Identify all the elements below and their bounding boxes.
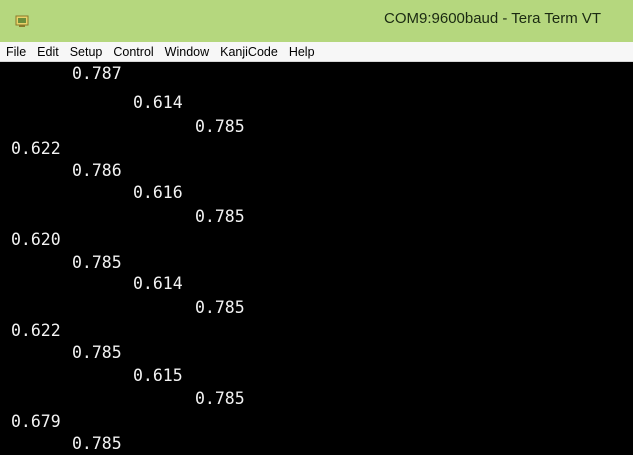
menu-file[interactable]: File [0,45,31,59]
terminal-line: 0.622 [11,139,61,158]
tera-term-icon[interactable] [15,13,29,27]
terminal-line: 0.614 [133,274,183,293]
terminal-line: 0.785 [195,298,245,317]
terminal-line: 0.615 [133,366,183,385]
menu-bar: File Edit Setup Control Window KanjiCode… [0,42,633,62]
terminal-line: 0.620 [11,230,61,249]
terminal-line: 0.785 [195,207,245,226]
terminal-line: 0.614 [133,93,183,112]
title-bar[interactable]: COM9:9600baud - Tera Term VT [0,0,633,42]
terminal-line: 0.786 [72,161,122,180]
window-title: COM9:9600baud - Tera Term VT [384,10,602,27]
terminal-line: 0.785 [195,389,245,408]
terminal-line: 0.785 [72,253,122,272]
menu-setup[interactable]: Setup [64,45,108,59]
menu-control[interactable]: Control [107,45,158,59]
terminal-line: 0.787 [72,64,122,83]
menu-help[interactable]: Help [283,45,320,59]
terminal-line: 0.622 [11,321,61,340]
menu-edit[interactable]: Edit [31,45,64,59]
terminal-output[interactable]: 0.787 0.614 0.785 0.622 0.786 0.616 0.78… [0,62,633,455]
terminal-line: 0.785 [72,434,122,453]
terminal-line: 0.679 [11,412,61,431]
menu-window[interactable]: Window [159,45,214,59]
terminal-line: 0.785 [72,343,122,362]
menu-kanjicode[interactable]: KanjiCode [214,45,283,59]
terminal-line: 0.785 [195,117,245,136]
terminal-line: 0.616 [133,183,183,202]
